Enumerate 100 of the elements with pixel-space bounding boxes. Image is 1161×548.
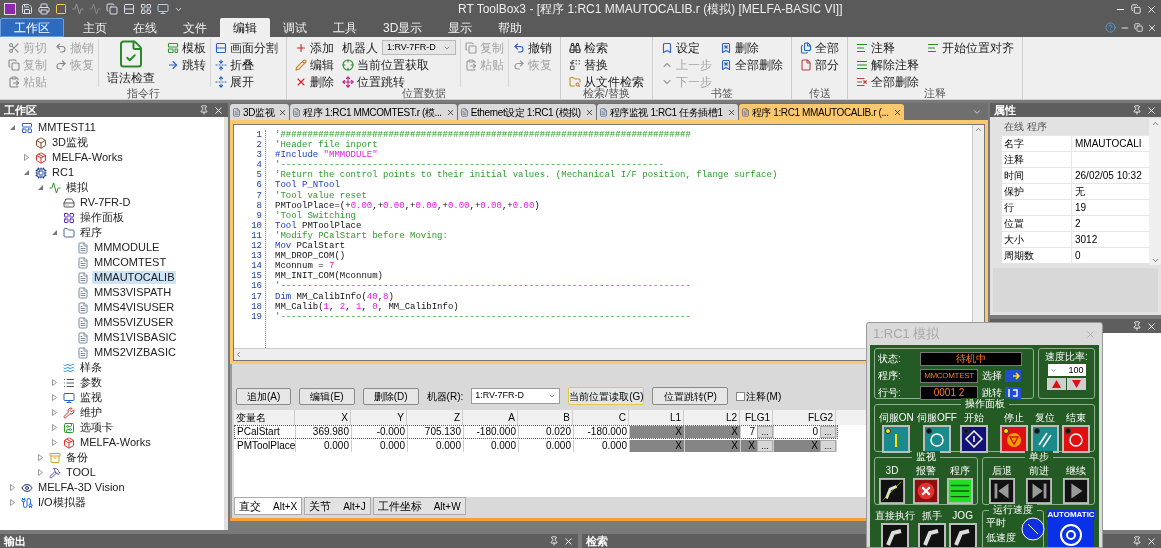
ribbon-button[interactable]: 编辑 [295, 56, 334, 73]
ribbon-tab[interactable]: 编辑 [220, 18, 270, 37]
expand-arrow-icon[interactable] [8, 484, 16, 491]
toolbar-button[interactable]: 编辑(E) [299, 387, 355, 405]
robot-button[interactable] [881, 523, 910, 547]
ribbon-button[interactable]: 解除注释 [856, 56, 919, 73]
ribbon-tab[interactable]: 文件 [170, 18, 220, 37]
ribbon-tab[interactable]: 帮助 [485, 18, 536, 37]
ribbon-tab[interactable]: 调试 [270, 18, 320, 37]
expand-arrow-icon[interactable] [50, 394, 58, 401]
ribbon-tab[interactable]: 3D显示 [370, 18, 436, 37]
tree-item[interactable]: 操作面板 [78, 211, 126, 224]
expand-arrow-icon[interactable] [50, 409, 58, 416]
scroll-up-icon[interactable] [1150, 119, 1160, 128]
square-icon[interactable] [55, 3, 67, 15]
checkbox[interactable] [736, 391, 746, 401]
document-tab[interactable]: 程序 1:RC1 MMCOMTEST.r (模... [290, 104, 457, 120]
ribbon-button[interactable]: 删除 [295, 73, 334, 90]
ribbon-button[interactable]: 撤销 [513, 39, 552, 56]
tree-item[interactable]: 备份 [64, 451, 90, 464]
tree-item[interactable]: MMTEST11 [36, 121, 98, 134]
document-tab[interactable]: 3D监视 [230, 104, 290, 120]
close-icon[interactable] [278, 107, 288, 117]
tree-item[interactable]: MMS3VISPATH [92, 286, 174, 299]
tree-item[interactable]: 样条 [78, 361, 104, 374]
ribbon-button[interactable]: 开始位置对齐 [927, 39, 1014, 56]
step-forward-button[interactable] [1024, 478, 1053, 504]
grid-icon[interactable] [140, 3, 152, 15]
tree-item[interactable]: 模拟 [64, 181, 90, 194]
control-button[interactable] [1030, 425, 1059, 453]
toolbar-button[interactable]: 当前位置读取(G) [568, 387, 645, 405]
ribbon-button[interactable]: 添加 [295, 39, 334, 56]
speed-up-button[interactable] [1047, 378, 1066, 390]
tab-list-icon[interactable] [972, 107, 982, 117]
save-icon[interactable] [21, 3, 33, 15]
close-icon[interactable] [445, 107, 455, 117]
ribbon-button[interactable]: 全部删除 [856, 73, 919, 90]
ribbon-tab[interactable]: 工作区 [0, 18, 64, 37]
tree-item[interactable]: MMS4VISUSER [92, 301, 177, 314]
close-icon[interactable] [1146, 3, 1157, 15]
tree-item[interactable]: MMMODULE [92, 241, 162, 254]
continue-button[interactable] [1061, 478, 1090, 504]
hand-tool-button[interactable] [918, 523, 946, 547]
pin-icon[interactable] [549, 536, 559, 546]
step-back-button[interactable] [987, 478, 1016, 504]
alarm-button[interactable] [912, 478, 940, 504]
toolbar-button[interactable]: 删除(D) [362, 387, 419, 405]
tree-item[interactable]: 3D监视 [50, 136, 91, 149]
expand-arrow-icon[interactable] [50, 379, 58, 386]
tree-item[interactable]: 选项卡 [78, 421, 115, 434]
collapse-arrow-icon[interactable] [8, 124, 16, 131]
document-tab[interactable]: 程序监视 1:RC1 任务插槽1 [596, 104, 738, 120]
scroll-left-icon[interactable] [234, 350, 243, 359]
tree-item[interactable]: TOOL [64, 466, 98, 479]
ribbon-tab[interactable]: 在线 [120, 18, 170, 37]
tree-item[interactable]: RC1 [50, 166, 76, 179]
rows-icon[interactable] [123, 3, 135, 15]
collapse-arrow-icon[interactable] [22, 169, 30, 176]
close-icon[interactable] [726, 107, 736, 117]
expand-arrow-icon[interactable] [22, 154, 30, 161]
monitor-icon[interactable] [157, 3, 169, 15]
coordinate-tab[interactable]: 直交 Alt+X [234, 497, 303, 515]
tree-item[interactable]: 参数 [78, 376, 104, 389]
ribbon-button[interactable]: 全部 [800, 39, 839, 56]
pin-icon[interactable] [1132, 105, 1142, 115]
close-icon[interactable] [563, 535, 574, 547]
restore-icon[interactable] [1131, 4, 1141, 14]
ellipsis-button[interactable]: ... [820, 426, 836, 438]
speed-field[interactable]: 100 [1047, 364, 1086, 376]
close-icon[interactable] [1146, 104, 1157, 116]
vertical-scrollbar[interactable] [1149, 119, 1161, 265]
ribbon-button[interactable]: 全部删除 [720, 56, 783, 73]
close-icon[interactable] [892, 107, 902, 117]
tree-item[interactable]: MMS5VIZUSER [92, 316, 176, 329]
expand-arrow-icon[interactable] [36, 454, 44, 461]
ribbon-button[interactable]: 注释 [856, 39, 919, 56]
control-button[interactable] [1062, 425, 1091, 453]
control-button[interactable] [882, 425, 911, 453]
ribbon-button[interactable]: 删除 [720, 39, 783, 56]
robot-arm-button[interactable] [878, 478, 906, 504]
pin-icon[interactable] [1132, 536, 1142, 546]
control-button[interactable] [923, 425, 951, 453]
document-tab[interactable]: Ethernet设定 1:RC1 (模拟) [457, 104, 596, 120]
coordinate-tab[interactable]: 关节 Alt+J [304, 497, 371, 515]
expand-arrow-icon[interactable] [50, 439, 58, 446]
close-icon[interactable] [1147, 22, 1157, 33]
expand-arrow-icon[interactable] [50, 424, 58, 431]
expand-arrow-icon[interactable] [8, 499, 16, 506]
speed-dial-icon[interactable] [1021, 517, 1045, 541]
ribbon-tab[interactable]: 工具 [320, 18, 370, 37]
collapse-arrow-icon[interactable] [50, 229, 58, 236]
control-button[interactable] [960, 425, 989, 453]
tree-item[interactable]: 监视 [78, 391, 104, 404]
scroll-down-icon[interactable] [1150, 256, 1160, 265]
ribbon-button[interactable]: 当前位置获取 [342, 56, 456, 73]
collapse-arrow-icon[interactable] [36, 184, 44, 191]
robot-select[interactable]: 1:RV-7FR-D [382, 40, 456, 55]
close-icon[interactable] [584, 107, 594, 117]
close-icon[interactable] [1146, 320, 1157, 332]
scroll-up-icon[interactable] [974, 125, 983, 134]
